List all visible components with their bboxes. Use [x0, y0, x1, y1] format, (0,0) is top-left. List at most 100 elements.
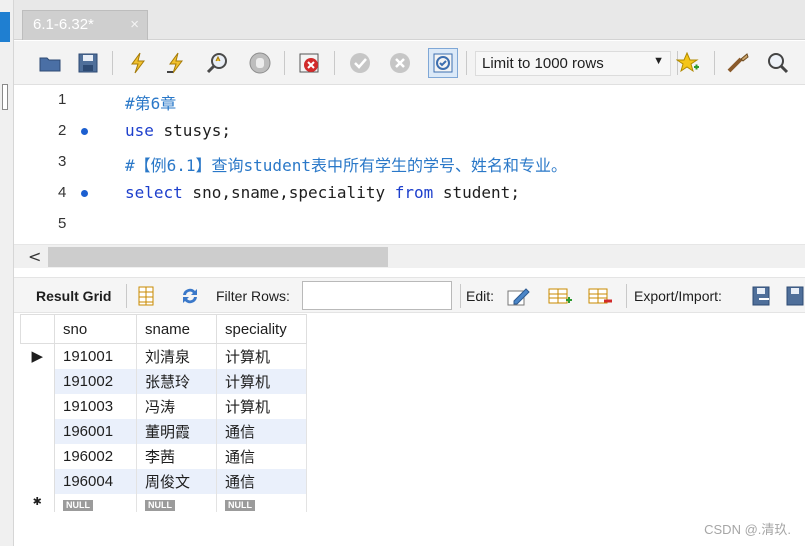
new-row-marker-icon: ✱	[20, 493, 55, 512]
scrollbar-thumb[interactable]	[48, 247, 388, 267]
insert-row-icon[interactable]	[548, 284, 572, 308]
toggle-error-icon[interactable]	[298, 51, 322, 75]
comment-text: #【例6.1】查询student表中所有学生的学号、姓名和专业。	[125, 156, 567, 175]
row-header	[20, 393, 55, 419]
commit-icon[interactable]	[348, 51, 372, 75]
comment-text: #第6章	[125, 94, 177, 113]
table-cell[interactable]: 191001	[54, 343, 137, 369]
save-icon[interactable]	[76, 51, 100, 75]
table-cell[interactable]: 191003	[54, 393, 137, 419]
table-cell[interactable]: 通信	[216, 468, 307, 494]
sql-editor[interactable]: 1 #第6章 2 use stusys; 3 #【例6.1】查询student表…	[14, 86, 805, 244]
null-cell[interactable]: NULL	[216, 493, 307, 512]
new-row[interactable]: ✱ NULL NULL NULL	[20, 493, 307, 512]
add-snippet-icon[interactable]	[676, 51, 700, 75]
statement-marker-icon	[81, 190, 88, 197]
code-text: student;	[433, 183, 520, 202]
null-badge: NULL	[225, 499, 255, 511]
delete-row-icon[interactable]	[588, 284, 612, 308]
edit-row-icon[interactable]	[506, 284, 530, 308]
column-header-sname[interactable]: sname	[136, 314, 217, 344]
tab-title: 6.1-6.32*	[33, 16, 94, 33]
filter-rows-input[interactable]	[302, 281, 452, 310]
grid-layout-icon[interactable]	[134, 284, 158, 308]
table-row[interactable]: ▶ 191001 刘清泉 计算机	[20, 343, 307, 369]
editor-line: 3 #【例6.1】查询student表中所有学生的学号、姓名和专业。	[14, 148, 805, 178]
rollback-icon[interactable]	[388, 51, 412, 75]
tab-bar: 6.1-6.32* ×	[14, 0, 805, 40]
left-panel-edge	[0, 0, 14, 546]
line-number: 1	[58, 91, 67, 108]
statement-marker-icon	[81, 128, 88, 135]
table-row[interactable]: 191003 冯涛 计算机	[20, 393, 307, 419]
editor-horizontal-scrollbar[interactable]: <	[14, 244, 805, 268]
current-row-marker-icon: ▶	[20, 343, 55, 369]
line-number: 3	[58, 153, 67, 170]
navigator-tab-indicator[interactable]	[0, 12, 10, 42]
watermark: CSDN @.清玖.	[704, 522, 791, 537]
table-cell[interactable]: 196002	[54, 443, 137, 469]
code-text: sno,sname,speciality	[182, 183, 395, 202]
result-grid[interactable]: sno sname speciality ▶ 191001 刘清泉 计算机 19…	[20, 314, 307, 512]
row-header-corner	[20, 314, 55, 344]
table-cell[interactable]: 张慧玲	[136, 368, 217, 394]
editor-line: 1 #第6章	[14, 86, 805, 116]
table-cell[interactable]: 计算机	[216, 343, 307, 369]
table-row[interactable]: 191002 张慧玲 计算机	[20, 368, 307, 394]
open-folder-icon[interactable]	[38, 51, 62, 75]
line-number: 4	[58, 184, 67, 201]
column-header-speciality[interactable]: speciality	[216, 314, 307, 344]
close-icon[interactable]: ×	[130, 16, 139, 33]
keyword: from	[394, 183, 434, 202]
row-header	[20, 418, 55, 444]
find-icon[interactable]	[766, 51, 790, 75]
explain-icon[interactable]	[206, 51, 230, 75]
grid-header-row: sno sname speciality	[20, 314, 307, 344]
line-number: 5	[58, 215, 67, 232]
result-grid-tab[interactable]: Result Grid	[36, 288, 111, 304]
table-cell[interactable]: 刘清泉	[136, 343, 217, 369]
limit-rows-select[interactable]: Limit to 1000 rows ▼	[475, 51, 671, 76]
table-cell[interactable]: 通信	[216, 418, 307, 444]
tab-query[interactable]: 6.1-6.32* ×	[22, 10, 148, 40]
null-cell[interactable]: NULL	[136, 493, 217, 512]
filter-rows-label: Filter Rows:	[216, 288, 290, 304]
table-row[interactable]: 196002 李茜 通信	[20, 443, 307, 469]
edit-label: Edit:	[466, 288, 495, 304]
keyword: select	[125, 183, 183, 202]
column-header-sno[interactable]: sno	[54, 314, 137, 344]
refresh-icon[interactable]	[178, 284, 202, 308]
execute-icon[interactable]	[126, 51, 150, 75]
table-cell[interactable]: 191002	[54, 368, 137, 394]
import-icon[interactable]	[784, 284, 805, 308]
row-header	[20, 368, 55, 394]
table-cell[interactable]: 董明霞	[136, 418, 217, 444]
table-row[interactable]: 196004 周俊文 通信	[20, 468, 307, 494]
table-row[interactable]: 196001 董明霞 通信	[20, 418, 307, 444]
export-icon[interactable]	[750, 284, 774, 308]
scroll-left-icon[interactable]: <	[28, 247, 41, 266]
panel-splitter[interactable]	[2, 84, 8, 110]
null-badge: NULL	[63, 499, 93, 511]
null-cell[interactable]: NULL	[54, 493, 137, 512]
table-cell[interactable]: 冯涛	[136, 393, 217, 419]
keyword: use	[125, 121, 154, 140]
stop-icon[interactable]	[248, 51, 272, 75]
autocommit-icon[interactable]	[428, 48, 458, 78]
table-cell[interactable]: 计算机	[216, 393, 307, 419]
execute-current-icon[interactable]	[164, 51, 188, 75]
row-header	[20, 443, 55, 469]
editor-line: 2 use stusys;	[14, 117, 805, 147]
beautify-icon[interactable]	[726, 51, 750, 75]
table-cell[interactable]: 李茜	[136, 443, 217, 469]
chevron-down-icon: ▼	[653, 55, 664, 67]
editor-line: 4 select sno,sname,speciality from stude…	[14, 179, 805, 209]
table-cell[interactable]: 196004	[54, 468, 137, 494]
line-number: 2	[58, 122, 67, 139]
table-cell[interactable]: 周俊文	[136, 468, 217, 494]
table-cell[interactable]: 196001	[54, 418, 137, 444]
code-text: stusys;	[153, 121, 231, 140]
table-cell[interactable]: 通信	[216, 443, 307, 469]
export-import-label: Export/Import:	[634, 288, 722, 304]
table-cell[interactable]: 计算机	[216, 368, 307, 394]
